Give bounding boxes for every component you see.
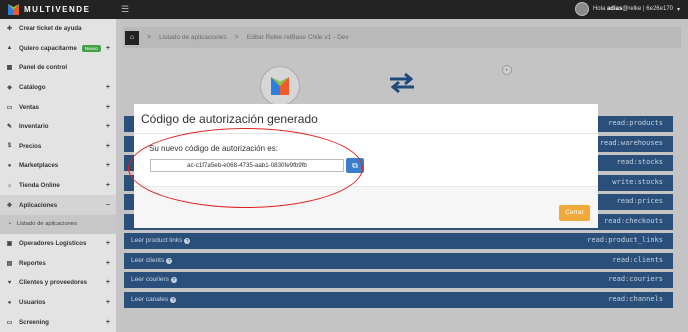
code-label: Su nuevo código de autorización es: xyxy=(149,144,278,153)
permission-label: Leer product links? xyxy=(131,237,191,245)
permission-code: read:prices xyxy=(616,197,663,206)
exchange-arrows-icon xyxy=(390,72,414,94)
sidebar: ✚ Crear ticket de ayuda ▲ Quiero capacitar… xyxy=(0,19,116,332)
expand-icon[interactable]: + xyxy=(106,162,110,169)
authorization-modal: Código de autorización generado Su nuevo… xyxy=(134,104,598,228)
new-badge: Nuevo xyxy=(81,44,101,52)
tag-icon: ◈ xyxy=(7,85,12,92)
puzzle-icon: ✥ xyxy=(6,202,13,209)
home-icon[interactable]: ⌂ xyxy=(125,30,139,45)
sidebar-subitem-listado[interactable]: • Listado de aplicaciones xyxy=(0,214,116,234)
expand-icon[interactable]: + xyxy=(106,123,110,130)
screen-icon: ▭ xyxy=(6,319,13,326)
expand-icon[interactable]: + xyxy=(106,45,110,52)
expand-icon[interactable]: + xyxy=(106,240,110,247)
heart-icon: ♥ xyxy=(7,279,12,286)
app-logo xyxy=(260,66,300,106)
permission-code: read:channels xyxy=(608,294,663,303)
modal-body: Su nuevo código de autorización es: ac-c… xyxy=(134,134,598,186)
help-icon[interactable]: ? xyxy=(170,296,177,303)
close-button[interactable]: Cerrar xyxy=(559,205,590,221)
expand-icon[interactable]: + xyxy=(106,84,110,91)
list-item[interactable]: Leer product links? read:product_links xyxy=(124,233,673,250)
permission-code: read:clients xyxy=(612,255,663,264)
permission-code: read:stocks xyxy=(616,158,663,167)
expand-icon[interactable]: + xyxy=(106,104,110,111)
collapse-icon[interactable]: − xyxy=(106,202,110,209)
breadcrumb-link-listado[interactable]: Listado de aplicaciones xyxy=(159,34,227,41)
expand-icon[interactable]: + xyxy=(106,299,110,306)
menu-toggle-icon[interactable]: ☰ xyxy=(121,5,129,14)
sidebar-item-tienda[interactable]: ⌂ Tienda Online + xyxy=(0,176,116,196)
money-icon: ▭ xyxy=(6,104,13,111)
brand-logo[interactable]: MULTIVENDE xyxy=(8,4,90,15)
permission-code: read:couriers xyxy=(608,275,663,284)
wrench-icon: ✎ xyxy=(6,124,13,131)
permission-code: read:warehouses xyxy=(599,138,663,147)
chart-icon: ▤ xyxy=(6,260,13,267)
list-item[interactable]: Leer canales? read:channels xyxy=(124,291,673,308)
breadcrumb-separator: > xyxy=(147,34,152,41)
permission-label: Leer canales? xyxy=(131,295,177,303)
sidebar-item-precios[interactable]: $ Precios + xyxy=(0,137,116,157)
external-app-icon: ◐ xyxy=(502,65,512,75)
list-item[interactable]: Leer clients? read:clients xyxy=(124,252,673,269)
modal-title: Código de autorización generado xyxy=(141,111,318,126)
graduation-icon: ▲ xyxy=(6,45,13,52)
bullet-icon: • xyxy=(9,221,11,228)
expand-icon[interactable]: + xyxy=(106,279,110,286)
permission-code: read:products xyxy=(608,119,663,127)
breadcrumb-current: Editar Relke relBase Chile v1 - Dev xyxy=(246,34,349,41)
sidebar-item-usuarios[interactable]: ● Usuarios + xyxy=(0,293,116,313)
permission-label: Leer couriers? xyxy=(131,276,177,284)
globe-icon: ● xyxy=(7,162,12,169)
list-item[interactable]: Leer couriers? read:couriers xyxy=(124,272,673,289)
copy-button[interactable]: ⧉ xyxy=(346,158,364,173)
permission-label: Leer clients? xyxy=(131,256,173,264)
help-icon[interactable]: ? xyxy=(170,277,177,284)
permission-code: read:product_links xyxy=(587,236,663,245)
sidebar-item-aplicaciones[interactable]: ✥ Aplicaciones − xyxy=(0,195,116,215)
permission-code: write:stocks xyxy=(612,177,663,186)
multivende-logo-icon xyxy=(8,4,19,15)
authorization-code-field[interactable]: ac-c1f7a5eb-e068-4735-aab1-0830fe9fb9fb xyxy=(150,159,344,172)
sidebar-item-clientes[interactable]: ♥ Clientes y proveedores + xyxy=(0,273,116,293)
sidebar-item-panel[interactable]: ▦ Panel de control xyxy=(0,58,116,78)
sidebar-item-marketplaces[interactable]: ● Marketplaces + xyxy=(0,156,116,176)
breadcrumb-separator: > xyxy=(234,34,239,41)
sidebar-item-ticket[interactable]: ✚ Crear ticket de ayuda xyxy=(0,19,116,39)
dashboard-icon: ▦ xyxy=(6,65,13,72)
breadcrumb: ⌂ > Listado de aplicaciones > Editar Rel… xyxy=(123,27,681,48)
expand-icon[interactable]: + xyxy=(106,143,110,150)
brand-name: MULTIVENDE xyxy=(24,5,91,14)
sidebar-item-inventario[interactable]: ✎ Inventario + xyxy=(0,117,116,137)
avatar[interactable] xyxy=(574,2,589,16)
sidebar-item-screening[interactable]: ▭ Screening + xyxy=(0,312,116,332)
user-menu[interactable]: Hola adias@relke | 6e26e170 ▾ xyxy=(574,2,680,16)
users-icon: ● xyxy=(7,299,12,306)
modal-footer: Cerrar xyxy=(134,186,598,228)
permission-code: read:checkouts xyxy=(603,216,663,225)
user-greeting: Hola adias@relke | 6e26e170 xyxy=(592,6,673,12)
modal-header: Código de autorización generado xyxy=(134,104,598,134)
expand-icon[interactable]: + xyxy=(106,319,110,326)
multivende-logo-icon xyxy=(271,77,289,95)
store-icon: ⌂ xyxy=(7,182,12,189)
help-icon[interactable]: ? xyxy=(166,257,173,264)
sidebar-item-ventas[interactable]: ▭ Ventas + xyxy=(0,97,116,117)
top-bar: MULTIVENDE ☰ Hola adias@relke | 6e26e170… xyxy=(0,0,688,19)
truck-icon: ▣ xyxy=(6,241,13,248)
expand-icon[interactable]: + xyxy=(106,260,110,267)
help-icon[interactable]: ? xyxy=(184,238,191,245)
sidebar-item-catalogo[interactable]: ◈ Catálogo + xyxy=(0,78,116,98)
chevron-down-icon[interactable]: ▾ xyxy=(677,6,680,13)
ticket-icon: ✚ xyxy=(6,26,13,33)
sidebar-item-reportes[interactable]: ▤ Reportes + xyxy=(0,254,116,274)
copy-icon: ⧉ xyxy=(352,161,358,170)
dollar-icon: $ xyxy=(7,143,12,150)
sidebar-item-operadores[interactable]: ▣ Operadores Logísticos + xyxy=(0,234,116,254)
expand-icon[interactable]: + xyxy=(106,182,110,189)
sidebar-item-capacitarme[interactable]: ▲ Quiero capacitarme Nuevo + xyxy=(0,39,116,59)
